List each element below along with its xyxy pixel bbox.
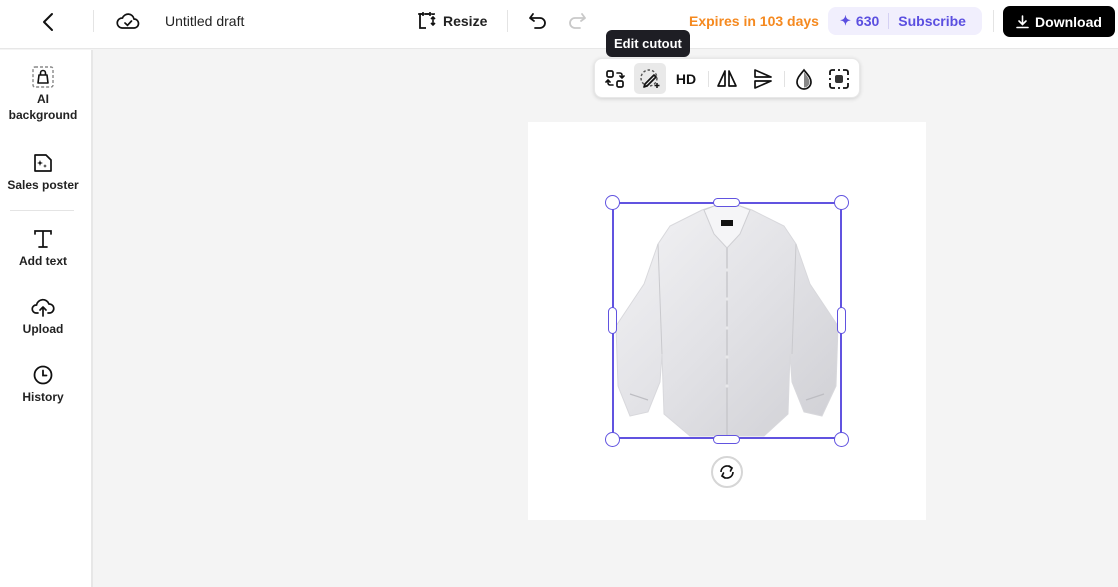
opacity-icon [796, 68, 812, 90]
cloud-check-icon [116, 13, 140, 29]
divider [507, 10, 508, 32]
focus-icon [829, 68, 849, 89]
tooltip-edit-cutout: Edit cutout [606, 30, 690, 57]
hd-button[interactable]: HD [670, 63, 702, 94]
resize-handle-left[interactable] [608, 307, 617, 334]
replace-button[interactable] [599, 63, 631, 94]
download-button[interactable]: Download [1003, 6, 1115, 37]
sidebar-label: History [22, 390, 64, 404]
resize-icon [418, 12, 436, 29]
edit-cutout-button[interactable] [634, 63, 666, 94]
divider [888, 13, 890, 29]
redo-button[interactable] [567, 11, 587, 31]
flip-horizontal-button[interactable] [711, 63, 743, 94]
resize-handle-top-right[interactable] [834, 195, 849, 210]
redo-icon [569, 13, 586, 29]
rotate-icon [720, 465, 734, 479]
sidebar-label: Upload [22, 322, 64, 336]
divider [993, 10, 994, 32]
subscribe-button[interactable]: Subscribe [898, 13, 966, 29]
divider [708, 71, 709, 87]
clock-icon [33, 365, 53, 385]
credits-count: 630 [855, 13, 880, 29]
download-icon [1016, 14, 1029, 28]
sidebar-item-ai-background[interactable]: AI background [0, 66, 86, 123]
flip-vertical-button[interactable] [747, 63, 779, 94]
flip-vertical-icon [754, 68, 772, 89]
text-icon [34, 230, 52, 248]
resize-handle-bottom-left[interactable] [605, 432, 620, 447]
sidebar-item-upload[interactable]: Upload [0, 296, 86, 337]
back-button[interactable] [40, 12, 58, 32]
chevron-left-icon [43, 13, 53, 31]
flip-horizontal-icon [717, 69, 737, 87]
sidebar-divider [10, 210, 74, 211]
resize-handle-right[interactable] [837, 307, 846, 334]
left-sidebar: AI background Sales poster Add text Uplo… [0, 50, 93, 587]
divider [784, 71, 785, 87]
divider [93, 10, 94, 32]
resize-label: Resize [443, 13, 488, 29]
opacity-button[interactable] [788, 63, 820, 94]
sparkle-image-icon [34, 154, 52, 172]
rotate-button[interactable] [711, 456, 743, 488]
resize-button[interactable]: Resize [417, 11, 487, 31]
cloud-upload-icon [31, 298, 55, 317]
resize-handle-top[interactable] [713, 198, 740, 207]
sidebar-label: Add text [19, 254, 67, 268]
sidebar-item-history[interactable]: History [0, 364, 86, 405]
shopping-bag-dashed-icon [32, 66, 54, 88]
undo-icon [529, 13, 546, 29]
selection-box[interactable] [612, 202, 842, 439]
cloud-save-status[interactable] [116, 11, 140, 31]
replace-icon [605, 69, 625, 88]
floating-toolbar: HD [594, 58, 860, 98]
sidebar-item-add-text[interactable]: Add text [0, 228, 86, 269]
sidebar-label: background [8, 108, 78, 122]
sidebar-item-sales-poster[interactable]: Sales poster [0, 152, 86, 193]
focus-button[interactable] [823, 63, 855, 94]
credits-subscribe-pill[interactable]: ✦ 630 Subscribe [828, 7, 982, 35]
document-title[interactable]: Untitled draft [165, 13, 244, 29]
undo-button[interactable] [528, 11, 548, 31]
sparkle-icon: ✦ [840, 13, 851, 28]
download-label: Download [1035, 13, 1102, 30]
expiry-notice: Expires in 103 days [689, 13, 819, 29]
sidebar-label: AI [37, 92, 49, 106]
resize-handle-top-left[interactable] [605, 195, 620, 210]
sidebar-label: Sales poster [7, 178, 79, 192]
resize-handle-bottom-right[interactable] [834, 432, 849, 447]
resize-handle-bottom[interactable] [713, 435, 740, 444]
edit-cutout-icon [640, 68, 660, 88]
top-bar: Untitled draft Resize Expires in 103 day… [0, 0, 1118, 49]
